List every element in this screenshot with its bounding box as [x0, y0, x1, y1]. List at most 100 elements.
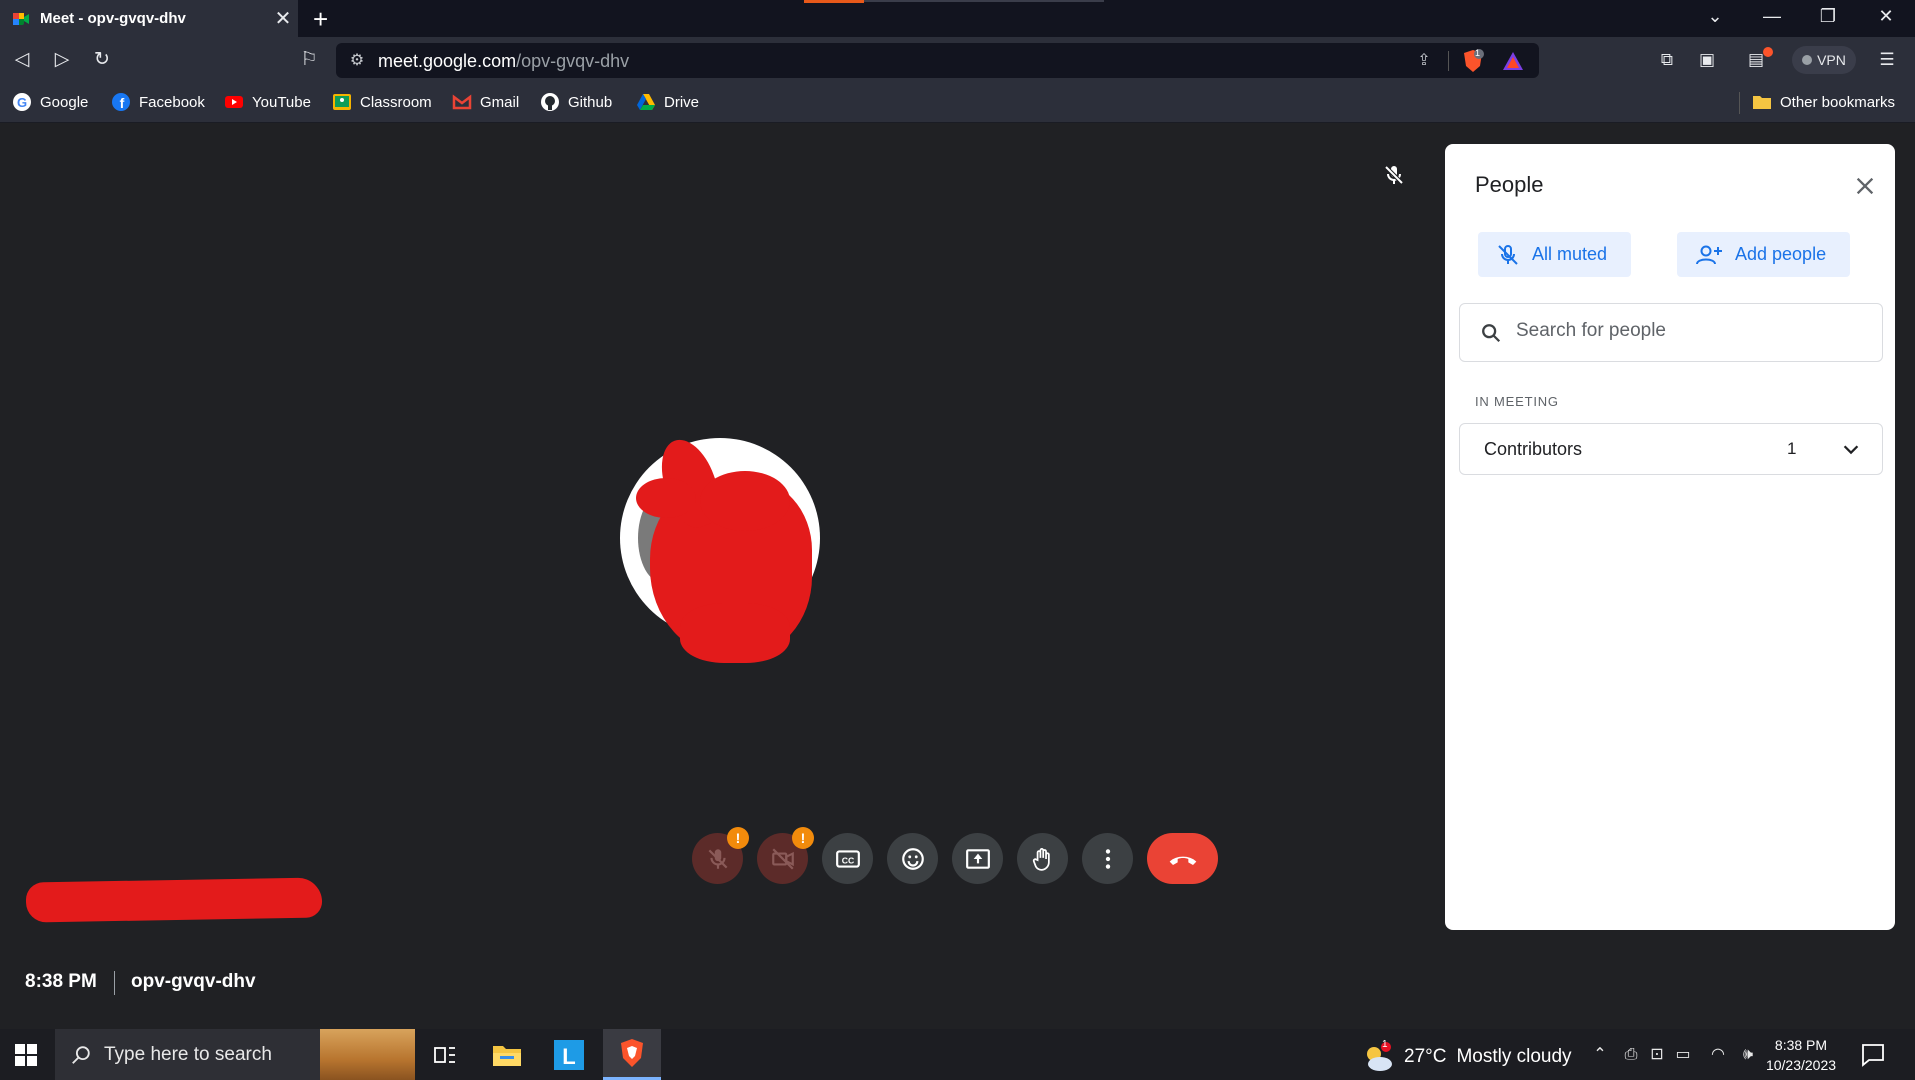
- file-explorer-button[interactable]: [478, 1029, 536, 1080]
- new-tab-button[interactable]: +: [313, 4, 328, 35]
- contributors-label: Contributors: [1484, 439, 1583, 459]
- bookmark-label: Classroom: [360, 93, 432, 111]
- l-app-button[interactable]: L: [540, 1029, 598, 1080]
- vpn-status-dot: [1802, 55, 1813, 65]
- captions-button[interactable]: CC: [822, 833, 873, 884]
- panel-title: People: [1475, 172, 1544, 197]
- site-info-icon[interactable]: ⚙: [346, 50, 368, 72]
- vpn-label: VPN: [1817, 52, 1846, 68]
- notification-center-icon[interactable]: [1860, 1042, 1886, 1068]
- bookmark-label: Google: [40, 93, 89, 111]
- more-vert-icon: [1105, 848, 1110, 869]
- microphone-button[interactable]: !: [692, 827, 749, 884]
- camera-warning-badge: !: [792, 827, 814, 849]
- clock-time: 8:38 PM: [1774, 1037, 1828, 1053]
- weather-description: Mostly cloudy: [1456, 1046, 1572, 1067]
- svg-text:L: L: [562, 1044, 575, 1069]
- search-people-input[interactable]: [1516, 320, 1856, 342]
- chevron-down-icon: [1843, 445, 1859, 455]
- search-people-field[interactable]: [1459, 303, 1883, 362]
- task-view-button[interactable]: [416, 1029, 474, 1080]
- browser-toolbar: ◁ ▷ ↻ ⚐ ⚙ meet.google.com/opv-gvqv-dhv ⇪…: [0, 37, 1915, 84]
- other-bookmarks[interactable]: Other bookmarks: [1752, 92, 1895, 112]
- browser-tab-meet[interactable]: Meet - opv-gvqv-dhv ✕: [0, 0, 298, 37]
- tab-search-chevron-icon[interactable]: ⌄: [1695, 6, 1735, 27]
- brave-rewards-icon[interactable]: [1502, 51, 1524, 71]
- loading-indicator: [804, 0, 864, 3]
- bookmark-gmail[interactable]: Gmail: [452, 92, 519, 112]
- redaction-mark: [700, 471, 790, 531]
- close-panel-button[interactable]: [1847, 168, 1883, 204]
- close-tab-icon[interactable]: ✕: [268, 6, 298, 31]
- start-button[interactable]: [0, 1029, 52, 1080]
- show-hidden-icons-icon[interactable]: ⌃: [1589, 1044, 1611, 1066]
- present-to-all-icon: [965, 848, 990, 869]
- bookmark-icon[interactable]: ⚐: [296, 47, 322, 73]
- more-options-button[interactable]: [1082, 833, 1133, 884]
- wifi-icon[interactable]: ◠: [1707, 1044, 1729, 1066]
- svg-text:CC: CC: [841, 855, 854, 865]
- mic-off-icon: [1498, 244, 1518, 265]
- search-highlight-image: [320, 1029, 415, 1080]
- close-icon: [1856, 177, 1874, 195]
- l-app-icon: L: [554, 1039, 584, 1070]
- system-clock[interactable]: 8:38 PM 10/23/2023: [1763, 1035, 1839, 1075]
- bookmark-facebook[interactable]: f Facebook: [111, 92, 205, 112]
- people-panel: People All muted Add people IN MEETIN: [1445, 144, 1895, 930]
- folder-icon: [1753, 96, 1771, 109]
- meeting-info-divider: [114, 971, 115, 995]
- wallet-notification-dot: [1763, 47, 1773, 57]
- bookmark-youtube[interactable]: YouTube: [224, 92, 311, 112]
- vpn-button[interactable]: VPN: [1792, 46, 1856, 74]
- meet-now-icon[interactable]: ⎙: [1620, 1044, 1642, 1066]
- closed-captions-icon: CC: [835, 849, 860, 868]
- participant-muted-mic-icon: [1384, 165, 1404, 185]
- add-people-label: Add people: [1735, 244, 1827, 264]
- raise-hand-button[interactable]: [1017, 833, 1068, 884]
- other-bookmarks-label: Other bookmarks: [1780, 93, 1896, 111]
- omnibox-divider: [1448, 51, 1449, 71]
- volume-icon[interactable]: 🕪: [1737, 1044, 1759, 1066]
- taskbar-search-box[interactable]: Type here to search: [55, 1029, 415, 1080]
- back-icon[interactable]: ◁: [9, 47, 35, 73]
- drive-icon: [637, 94, 655, 110]
- extensions-icon[interactable]: ⧉: [1654, 47, 1680, 73]
- windows-logo-icon: [15, 1043, 37, 1066]
- mic-warning-badge: !: [727, 827, 749, 849]
- bookmark-label: Github: [568, 93, 613, 111]
- call-end-icon: [1169, 856, 1196, 865]
- battery-icon[interactable]: ▭: [1672, 1044, 1694, 1066]
- person-add-icon: [1696, 245, 1722, 264]
- reload-icon[interactable]: ↻: [89, 47, 115, 73]
- file-explorer-icon: [493, 1045, 521, 1066]
- camera-button[interactable]: !: [757, 827, 814, 884]
- address-url[interactable]: meet.google.com/opv-gvqv-dhv: [378, 51, 629, 72]
- brave-shields-icon[interactable]: [1462, 49, 1484, 73]
- forward-icon[interactable]: ▷: [49, 47, 75, 73]
- present-screen-button[interactable]: [952, 833, 1003, 884]
- reactions-button[interactable]: [887, 833, 938, 884]
- leave-call-button[interactable]: [1147, 833, 1218, 884]
- classroom-icon: [333, 94, 351, 110]
- restore-button[interactable]: ❐: [1808, 6, 1848, 27]
- address-bar[interactable]: ⚙ meet.google.com/opv-gvqv-dhv ⇪ 1: [336, 43, 1539, 78]
- brave-browser-button[interactable]: [603, 1029, 661, 1080]
- search-icon: [72, 1045, 90, 1064]
- tab-title: Meet - opv-gvqv-dhv: [40, 10, 186, 27]
- github-icon: [541, 93, 559, 111]
- bookmark-drive[interactable]: Drive: [636, 92, 699, 112]
- menu-icon[interactable]: ☰: [1874, 47, 1900, 73]
- minimize-button[interactable]: —: [1752, 6, 1792, 27]
- share-icon[interactable]: ⇪: [1413, 50, 1435, 72]
- sidebar-icon[interactable]: ▣: [1694, 47, 1720, 73]
- contributors-group[interactable]: Contributors 1: [1459, 423, 1883, 475]
- partly-cloudy-icon: [1367, 1042, 1392, 1071]
- screen-capture-icon[interactable]: ⊡: [1646, 1044, 1668, 1066]
- weather-widget[interactable]: 1 27°C Mostly cloudy: [1360, 1039, 1572, 1072]
- all-muted-button[interactable]: All muted: [1478, 232, 1631, 277]
- close-window-button[interactable]: ✕: [1866, 6, 1906, 27]
- bookmark-github[interactable]: Github: [540, 92, 612, 112]
- bookmark-google[interactable]: G Google: [12, 92, 88, 112]
- add-people-button[interactable]: Add people: [1677, 232, 1850, 277]
- bookmark-classroom[interactable]: Classroom: [332, 92, 432, 112]
